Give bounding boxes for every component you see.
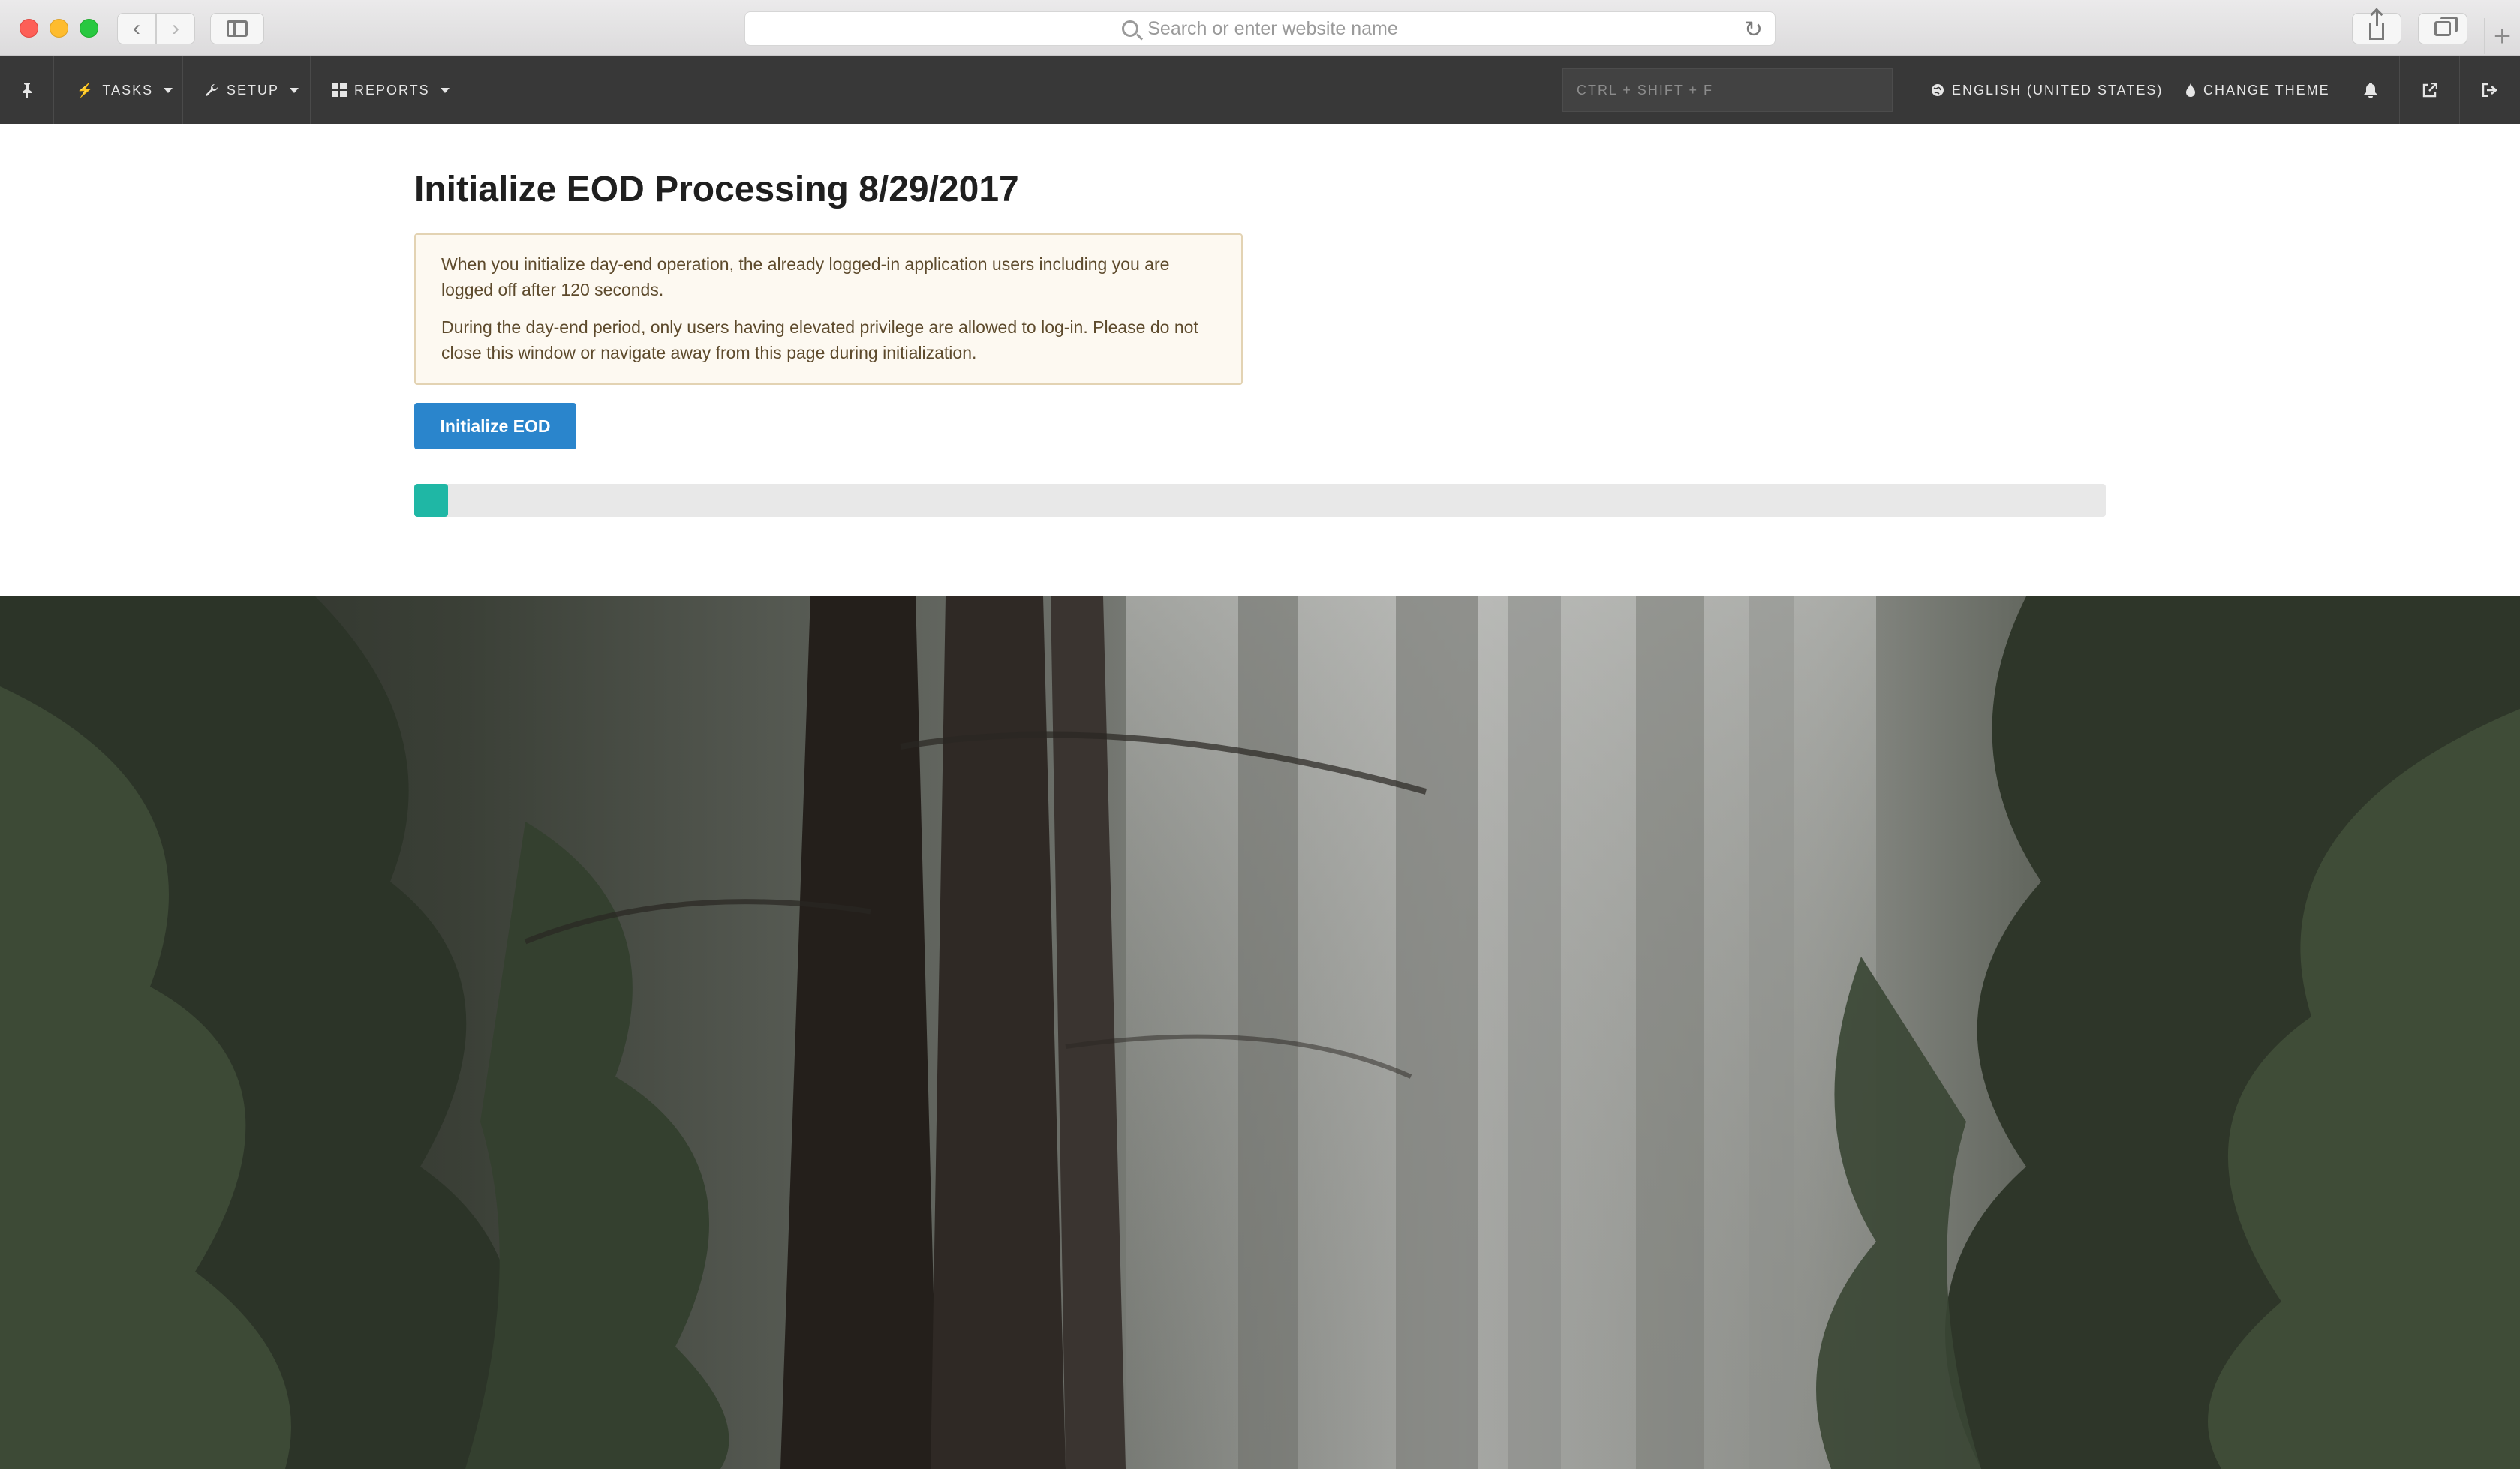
main-content: Initialize EOD Processing 8/29/2017 When… — [0, 124, 2520, 596]
address-bar[interactable]: Search or enter website name ↻ — [744, 11, 1776, 46]
wrench-icon — [206, 84, 218, 96]
share-button[interactable] — [2352, 10, 2401, 44]
app-navbar: ⚡ TASKS SETUP REPORTS CTRL + SHIFT + F E… — [0, 56, 2520, 124]
droplet-icon — [2186, 83, 2195, 97]
notifications-button[interactable] — [2341, 56, 2400, 124]
progress-bar-fill — [414, 484, 449, 517]
warning-notice: When you initialize day-end operation, t… — [414, 233, 1243, 385]
search-icon — [1122, 20, 1139, 37]
change-theme-button[interactable]: CHANGE THEME — [2164, 56, 2341, 124]
browser-toolbar: ‹ › Search or enter website name ↻ + — [0, 0, 2520, 56]
nav-setup-label: SETUP — [227, 82, 280, 98]
progress-bar — [414, 484, 2106, 517]
external-link-icon — [2422, 83, 2437, 98]
sidebar-toggle-button[interactable] — [210, 13, 264, 44]
bolt-icon: ⚡ — [77, 82, 95, 98]
share-icon — [2369, 10, 2384, 40]
tab-overview-button[interactable] — [2418, 13, 2467, 44]
caret-down-icon — [440, 87, 450, 93]
nav-tasks[interactable]: ⚡ TASKS — [54, 56, 183, 124]
globe-icon — [1932, 84, 1944, 96]
global-search-input[interactable]: CTRL + SHIFT + F — [1562, 68, 1893, 112]
change-theme-label: CHANGE THEME — [2203, 82, 2330, 98]
nav-reports[interactable]: REPORTS — [311, 56, 459, 124]
open-external-button[interactable] — [2400, 56, 2460, 124]
caret-down-icon — [290, 87, 299, 93]
chevron-left-icon: ‹ — [133, 16, 140, 41]
nav-reports-label: REPORTS — [354, 82, 430, 98]
new-tab-button[interactable]: + — [2484, 18, 2520, 54]
sidebar-icon — [227, 20, 248, 37]
reload-icon[interactable]: ↻ — [1744, 17, 1763, 43]
bell-icon — [2363, 83, 2377, 98]
close-window-button[interactable] — [20, 19, 38, 38]
plus-icon: + — [2493, 19, 2512, 53]
page-title: Initialize EOD Processing 8/29/2017 — [414, 170, 1019, 209]
address-bar-placeholder: Search or enter website name — [1147, 17, 1398, 39]
pin-icon — [22, 83, 32, 98]
sign-out-button[interactable] — [2460, 56, 2520, 124]
zoom-window-button[interactable] — [80, 19, 98, 38]
language-selector[interactable]: ENGLISH (UNITED STATES) — [1908, 56, 2164, 124]
global-search-placeholder: CTRL + SHIFT + F — [1577, 82, 1714, 98]
tabs-icon — [2434, 17, 2458, 36]
forest-background-image — [0, 596, 2520, 1469]
notice-paragraph: When you initialize day-end operation, t… — [441, 254, 1170, 299]
sign-out-icon — [2482, 83, 2498, 97]
nav-setup[interactable]: SETUP — [183, 56, 311, 124]
language-label: ENGLISH (UNITED STATES) — [1952, 82, 2164, 98]
grid-icon — [332, 83, 347, 97]
minimize-window-button[interactable] — [50, 19, 68, 38]
notice-paragraph: During the day-end period, only users ha… — [441, 317, 1198, 362]
caret-down-icon — [164, 87, 173, 93]
back-button[interactable]: ‹ — [117, 13, 156, 44]
nav-tasks-label: TASKS — [102, 82, 154, 98]
forward-button[interactable]: › — [156, 13, 195, 44]
chevron-right-icon: › — [172, 16, 179, 41]
initialize-eod-button[interactable]: Initialize EOD — [414, 403, 576, 449]
pin-menu-button[interactable] — [0, 56, 54, 124]
